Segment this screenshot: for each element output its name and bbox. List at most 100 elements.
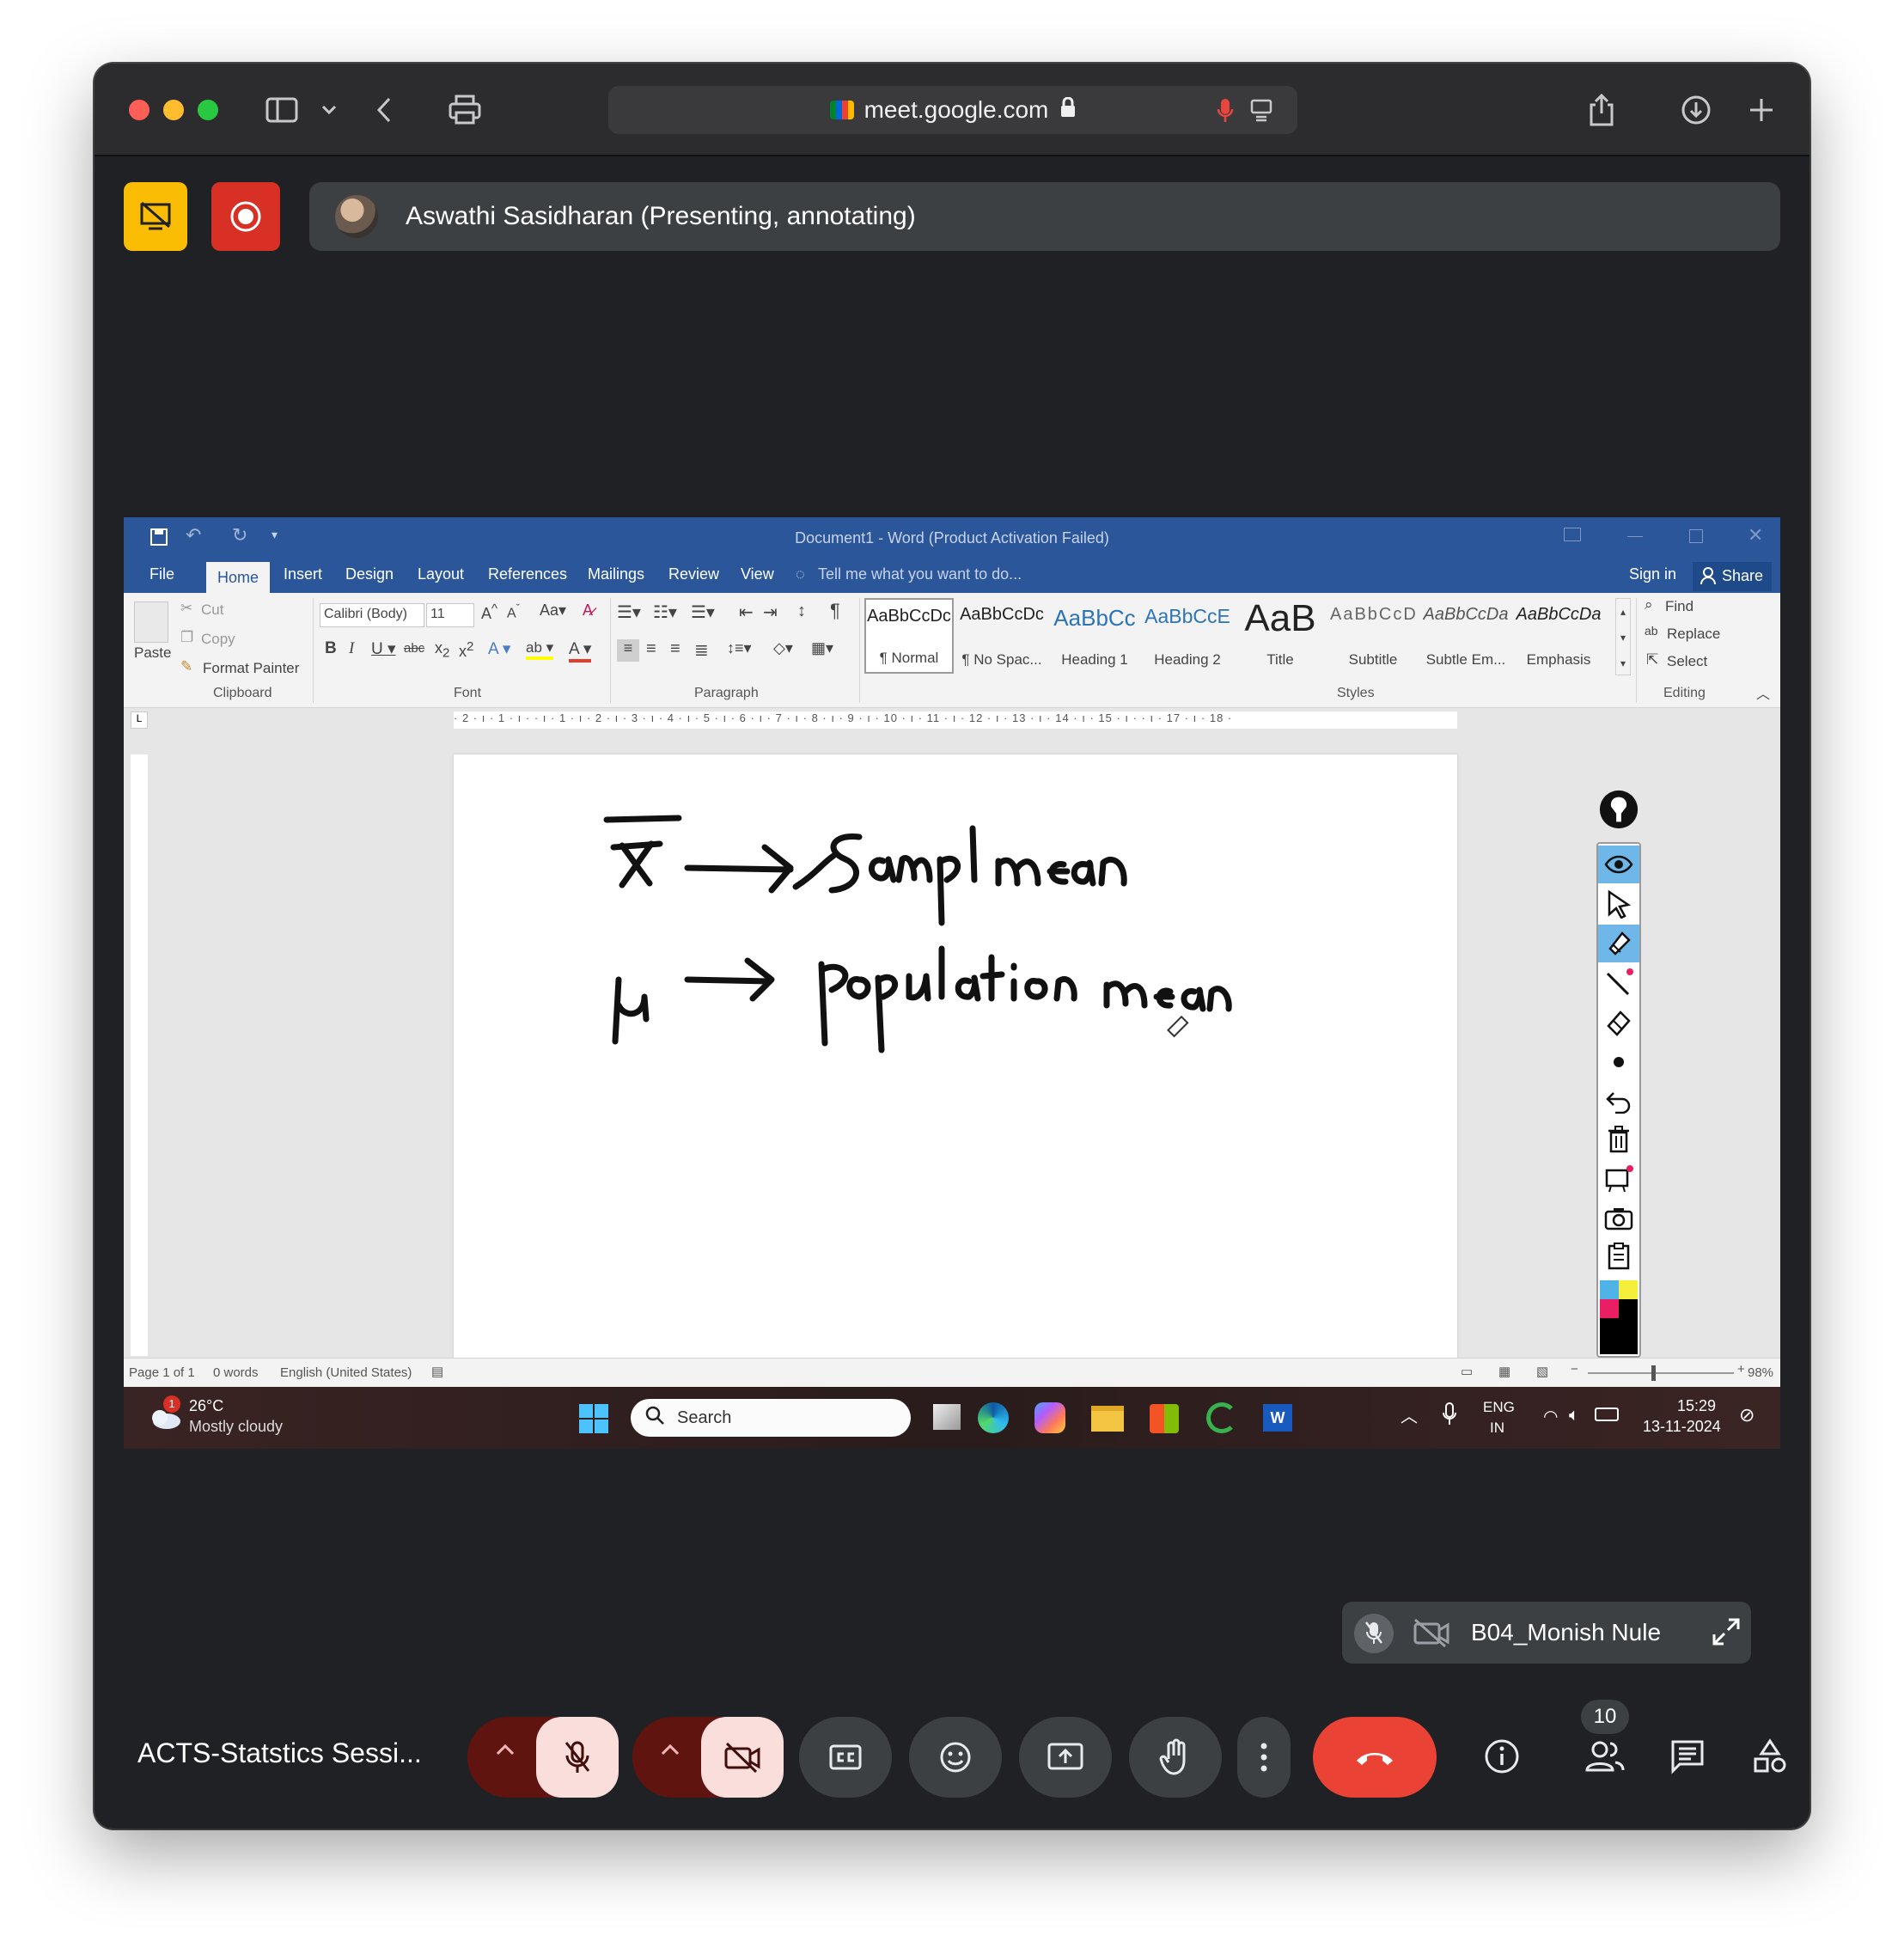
tab-selector[interactable]: L	[131, 711, 148, 729]
microphone-in-use-icon[interactable]	[1217, 98, 1234, 130]
app-loading-icon[interactable]	[1206, 1402, 1237, 1433]
present-button[interactable]	[1019, 1717, 1112, 1798]
bold-button[interactable]: B	[325, 639, 337, 658]
pointer-icon[interactable]	[1598, 885, 1639, 923]
multilevel-list-icon[interactable]: ☰▾	[691, 601, 715, 623]
copilot-icon[interactable]	[1034, 1402, 1065, 1433]
zoom-in-icon[interactable]: +	[1737, 1362, 1745, 1377]
clear-formatting-icon[interactable]: A̷	[583, 601, 593, 620]
participant-tile[interactable]: B04_Monish Nule	[1342, 1602, 1751, 1664]
format-painter-button[interactable]: Format Painter	[203, 660, 299, 677]
line-tool-icon[interactable]	[1598, 964, 1639, 1002]
cut-button[interactable]: Cut	[201, 601, 223, 619]
align-right-icon[interactable]: ≡	[670, 639, 680, 659]
tell-me-box[interactable]: Tell me what you want to do...	[818, 565, 1022, 583]
reactions-button[interactable]	[909, 1717, 1002, 1798]
people-button[interactable]	[1578, 1729, 1632, 1784]
zoom-level[interactable]: 98%	[1748, 1365, 1773, 1380]
wifi-icon[interactable]: ◠	[1543, 1406, 1558, 1427]
change-case-icon[interactable]: Aa▾	[540, 601, 566, 620]
chevron-down-icon[interactable]	[316, 89, 342, 131]
paste-icon[interactable]	[134, 601, 168, 643]
language-indicator-1[interactable]: ENG	[1483, 1399, 1515, 1416]
print-icon[interactable]	[447, 89, 483, 131]
camera-toggle-button[interactable]	[701, 1717, 784, 1798]
screen-share-icon[interactable]	[1249, 98, 1273, 128]
borders-icon[interactable]: ▦▾	[811, 639, 833, 657]
edge-icon[interactable]	[978, 1402, 1009, 1433]
page-count[interactable]: Page 1 of 1	[129, 1365, 195, 1380]
style-heading-2[interactable]: AaBbCcE Heading 2	[1143, 598, 1232, 674]
leave-call-button[interactable]	[1313, 1717, 1437, 1798]
shading-icon[interactable]: ◇▾	[773, 639, 793, 657]
minimize-window-button[interactable]	[163, 100, 184, 120]
show-hidden-icons[interactable]: ︿	[1401, 1402, 1418, 1427]
whiteboard-icon[interactable]	[1598, 1160, 1639, 1198]
strikethrough-button[interactable]: abc	[404, 641, 424, 656]
file-explorer-icon[interactable]	[1091, 1406, 1124, 1432]
captions-button[interactable]	[799, 1717, 892, 1798]
sort-icon[interactable]: ↕	[797, 601, 806, 621]
shrink-font-icon[interactable]: Aˇ	[507, 601, 520, 621]
font-color-icon[interactable]: A ▾	[569, 639, 592, 663]
align-center-icon[interactable]: ≡	[646, 639, 656, 659]
align-left-icon[interactable]: ≡	[617, 639, 639, 662]
justify-icon[interactable]: ≣	[694, 639, 709, 661]
recording-button[interactable]	[211, 182, 280, 251]
pen-size-icon[interactable]	[1598, 1043, 1639, 1081]
microphone-icon[interactable]	[1442, 1402, 1457, 1431]
color-swatch-blue[interactable]	[1600, 1280, 1619, 1299]
copy-button[interactable]: Copy	[201, 631, 235, 648]
clock-date[interactable]: 13-11-2024	[1643, 1418, 1721, 1436]
highlight-icon[interactable]: ab ▾	[526, 639, 554, 660]
camera-icon[interactable]	[1598, 1200, 1639, 1237]
font-size-select[interactable]: 11	[426, 603, 474, 627]
tab-home[interactable]: Home	[206, 562, 270, 593]
zoom-window-button[interactable]	[198, 100, 218, 120]
word-app-icon[interactable]: W	[1263, 1404, 1292, 1432]
zoom-slider-thumb[interactable]	[1651, 1365, 1656, 1381]
close-window-button[interactable]	[129, 100, 150, 120]
tab-view[interactable]: View	[741, 565, 774, 583]
more-options-button[interactable]	[1237, 1717, 1291, 1798]
volume-icon[interactable]: 🔈︎	[1569, 1406, 1579, 1426]
horizontal-ruler[interactable]: · 2 · ı · 1 · ı · · ı · 1 · ı · 2 · ı · …	[454, 711, 1457, 729]
trash-icon[interactable]	[1598, 1120, 1639, 1158]
stop-presenting-button[interactable]	[124, 182, 187, 251]
style-subtle-emphasis[interactable]: AaBbCcDa Subtle Em...	[1421, 598, 1510, 674]
expand-icon[interactable]	[1712, 1617, 1741, 1652]
activities-button[interactable]	[1742, 1729, 1797, 1784]
close-icon[interactable]: ✕	[1748, 524, 1763, 547]
font-family-select[interactable]: Calibri (Body)	[320, 603, 424, 627]
superscript-button[interactable]: x2	[459, 639, 473, 661]
macro-icon[interactable]: ▤	[431, 1364, 443, 1379]
web-layout-icon[interactable]: ▧	[1536, 1364, 1548, 1379]
decrease-indent-icon[interactable]: ⇤	[739, 601, 754, 623]
print-layout-icon[interactable]: ▦	[1498, 1364, 1510, 1379]
collapse-ribbon-icon[interactable]: ︿	[1756, 682, 1770, 703]
text-effects-icon[interactable]: A ▾	[488, 639, 510, 659]
underline-button[interactable]: U ▾	[371, 639, 396, 659]
style-normal[interactable]: AaBbCcDc ¶ Normal	[864, 598, 954, 674]
numbering-icon[interactable]: ☷▾	[653, 601, 677, 623]
task-view-icon[interactable]	[933, 1404, 961, 1430]
styles-scroll[interactable]: ▴ ▾ ▾	[1615, 598, 1631, 675]
clipboard-icon[interactable]	[1598, 1237, 1639, 1275]
meeting-title[interactable]: ACTS-Statstics Sessi...	[137, 1737, 422, 1769]
notifications-icon[interactable]: ⊘	[1739, 1404, 1754, 1426]
eye-icon[interactable]	[1598, 846, 1639, 883]
select-button[interactable]: Select	[1667, 653, 1707, 670]
address-bar[interactable]: meet.google.com	[608, 86, 1297, 134]
document-page[interactable]	[454, 754, 1457, 1449]
raise-hand-button[interactable]	[1129, 1717, 1222, 1798]
style-heading-1[interactable]: AaBbCc Heading 1	[1050, 598, 1139, 674]
weather-temp[interactable]: 26°C	[189, 1397, 223, 1415]
tab-mailings[interactable]: Mailings	[588, 565, 644, 583]
tab-layout[interactable]: Layout	[418, 565, 464, 583]
windows-start-icon[interactable]	[579, 1404, 608, 1438]
share-button[interactable]: Share	[1693, 562, 1772, 591]
clock-time[interactable]: 15:29	[1677, 1397, 1716, 1415]
vertical-ruler[interactable]	[131, 754, 148, 1356]
italic-button[interactable]: I	[349, 639, 354, 658]
style-no-spacing[interactable]: AaBbCcDc ¶ No Spac...	[957, 598, 1047, 674]
